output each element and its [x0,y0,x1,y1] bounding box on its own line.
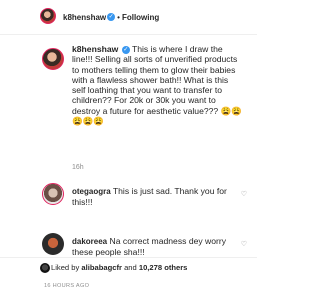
comment-username[interactable]: dakoreea [72,237,107,246]
liker-avatar[interactable] [40,263,50,273]
comment-avatar-dakoreea[interactable] [42,233,64,255]
comment-dakoreea: dakoreea Na correct madness dey worry th… [72,236,237,258]
liked-by-count[interactable]: 10,278 others [139,263,188,272]
post-header: k8henshaw ✓ • Following [0,0,257,34]
liked-by-prefix: Liked by [51,263,80,272]
comment-otegaogra: otegaogra This is just sad. Thank you fo… [72,186,237,208]
caption-avatar[interactable] [42,48,64,70]
following-button[interactable]: Following [122,13,159,22]
comment-avatar-otegaogra[interactable] [42,183,64,205]
caption-username[interactable]: k8henshaw [72,44,118,54]
heart-icon[interactable]: ♡ [241,240,247,248]
liked-by-conj: and [124,263,137,272]
heart-icon[interactable]: ♡ [241,190,247,198]
comment-username[interactable]: otegaogra [72,187,111,196]
caption-time: 16h [72,164,84,171]
comments-divider [0,257,257,258]
header-username[interactable]: k8henshaw [63,13,106,22]
profile-avatar[interactable] [40,8,56,24]
header-divider [0,34,257,35]
header-separator: • [117,12,120,22]
caption-text: This is where I draw the line!!! Selling… [72,44,242,127]
post-caption: k8henshaw ✓ This is where I draw the lin… [72,44,242,126]
verified-badge-icon: ✓ [107,13,116,21]
post-timestamp: 16 HOURS AGO [44,283,90,289]
liked-by[interactable]: Liked by alibabagcfr and 10,278 others [51,263,187,272]
liked-by-user[interactable]: alibabagcfr [81,263,122,272]
verified-badge-icon: ✓ [121,45,130,54]
